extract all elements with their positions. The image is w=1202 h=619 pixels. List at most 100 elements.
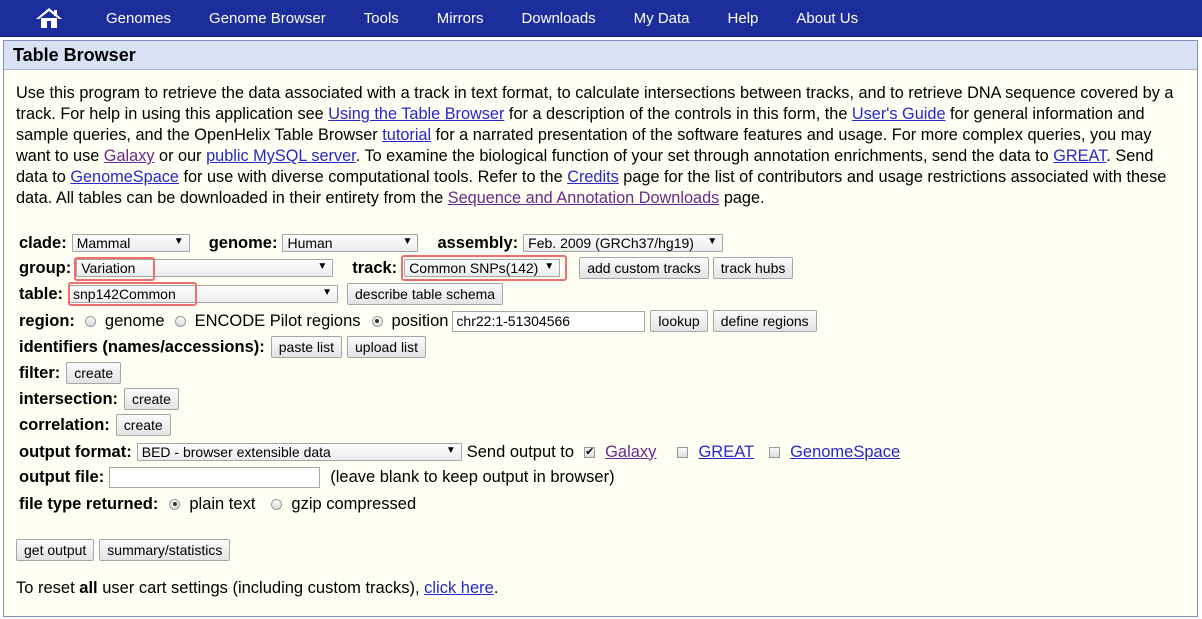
summary-statistics-button[interactable]: summary/statistics xyxy=(99,539,231,561)
intersection-row: intersection: create xyxy=(19,387,179,411)
reset-period: . xyxy=(493,578,499,597)
intro-paragraph: Use this program to retrieve the data as… xyxy=(16,83,1188,209)
table-value: snp142Common xyxy=(73,286,176,302)
output-format-value: BED - browser extensible data xyxy=(141,444,331,460)
reset-text: user cart settings (including custom tra… xyxy=(102,578,420,597)
define-regions-button[interactable]: define regions xyxy=(712,310,817,332)
region-genome-radio[interactable] xyxy=(84,315,96,327)
genome-select[interactable]: Human ▼ xyxy=(282,234,419,252)
nav-downloads[interactable]: Downloads xyxy=(502,10,614,27)
chevron-down-icon: ▼ xyxy=(402,236,413,247)
chevron-down-icon: ▼ xyxy=(544,261,555,272)
get-output-button[interactable]: get output xyxy=(16,539,95,561)
nav-genomes[interactable]: Genomes xyxy=(87,10,190,27)
home-icon[interactable] xyxy=(35,6,65,30)
clade-value: Mammal xyxy=(76,235,131,251)
region-encode-label: ENCODE Pilot regions xyxy=(194,311,361,330)
clade-row: clade: Mammal ▼ genome: Human ▼ assembly: … xyxy=(19,231,724,255)
nav-mirrors[interactable]: Mirrors xyxy=(418,10,503,27)
link-public-mysql[interactable]: public MySQL server xyxy=(206,147,356,165)
plain-text-radio[interactable] xyxy=(169,498,181,510)
reset-all: all xyxy=(79,578,98,597)
region-position-radio[interactable] xyxy=(371,315,383,327)
chevron-down-icon: ▼ xyxy=(322,287,333,298)
output-file-row: output file: (leave blank to keep output… xyxy=(19,465,615,489)
identifiers-label: identifiers (names/accessions): xyxy=(19,337,265,356)
send-galaxy-link[interactable]: Galaxy xyxy=(605,443,656,462)
chevron-down-icon: ▼ xyxy=(317,261,328,272)
send-galaxy-checkbox[interactable]: ✔ xyxy=(584,445,596,458)
nav-help[interactable]: Help xyxy=(709,10,778,27)
table-select[interactable]: snp142Common ▼ xyxy=(68,285,339,303)
table-label: table: xyxy=(19,284,64,303)
upload-list-button[interactable]: upload list xyxy=(347,336,427,358)
track-select[interactable]: Common SNPs(142) ▼ xyxy=(404,259,561,277)
output-format-label: output format: xyxy=(19,442,132,461)
intro-text: . To examine the biological function of … xyxy=(355,147,1054,165)
correlation-create-button[interactable]: create xyxy=(115,414,171,436)
output-file-input[interactable] xyxy=(109,466,321,488)
region-row: region: genome ENCODE Pilot regions posi… xyxy=(19,309,817,333)
describe-table-schema-button[interactable]: describe table schema xyxy=(347,283,504,305)
clade-select[interactable]: Mammal ▼ xyxy=(71,234,190,252)
table-browser-panel: Table Browser Use this program to retrie… xyxy=(3,40,1198,617)
chevron-down-icon: ▼ xyxy=(707,236,718,247)
nav-tools[interactable]: Tools xyxy=(345,10,418,27)
intro-text: for a description of the controls in thi… xyxy=(504,105,852,123)
checkmark-icon: ✔ xyxy=(585,445,595,458)
intersection-create-button[interactable]: create xyxy=(124,388,179,410)
nav-genome-browser[interactable]: Genome Browser xyxy=(190,10,345,27)
link-credits[interactable]: Credits xyxy=(567,168,619,186)
paste-list-button[interactable]: paste list xyxy=(270,336,343,358)
link-great[interactable]: GREAT xyxy=(1053,147,1106,165)
region-label: region: xyxy=(19,311,75,330)
link-tutorial[interactable]: tutorial xyxy=(382,126,431,144)
region-genome-label: genome xyxy=(104,311,165,330)
correlation-row: correlation: create xyxy=(19,413,171,437)
nav-about-us[interactable]: About Us xyxy=(777,10,877,27)
submit-row: get output summary/statistics xyxy=(16,538,231,562)
region-position-label: position xyxy=(391,311,449,330)
intro-text: page. xyxy=(719,189,765,207)
send-genomespace-link[interactable]: GenomeSpace xyxy=(790,443,900,462)
filter-label: filter: xyxy=(19,363,61,382)
group-value: Variation xyxy=(81,260,136,276)
chevron-down-icon: ▼ xyxy=(173,236,184,247)
assembly-value: Feb. 2009 (GRCh37/hg19) xyxy=(528,235,694,251)
send-genomespace-checkbox[interactable] xyxy=(769,446,781,458)
chevron-down-icon: ▼ xyxy=(445,445,456,456)
add-custom-tracks-button[interactable]: add custom tracks xyxy=(579,257,709,279)
track-hubs-button[interactable]: track hubs xyxy=(712,257,794,279)
output-file-label: output file: xyxy=(19,467,105,486)
intro-text: or our xyxy=(154,147,207,165)
top-nav: Genomes Genome Browser Tools Mirrors Dow… xyxy=(0,0,1202,37)
nav-my-data[interactable]: My Data xyxy=(615,10,709,27)
output-format-select[interactable]: BED - browser extensible data ▼ xyxy=(136,443,462,461)
link-sequence-downloads[interactable]: Sequence and Annotation Downloads xyxy=(448,189,720,207)
link-genomespace[interactable]: GenomeSpace xyxy=(70,168,179,186)
intersection-label: intersection: xyxy=(19,389,119,408)
clade-label: clade: xyxy=(19,233,67,252)
group-select[interactable]: Variation ▼ xyxy=(76,259,334,277)
gzip-radio[interactable] xyxy=(271,498,283,510)
group-label: group: xyxy=(19,258,72,277)
send-great-checkbox[interactable] xyxy=(677,446,689,458)
reset-row: To reset all user cart settings (includi… xyxy=(16,576,498,600)
link-users-guide[interactable]: User's Guide xyxy=(852,105,946,123)
gzip-label: gzip compressed xyxy=(291,494,417,513)
page-title: Table Browser xyxy=(4,41,1197,70)
link-using-table-browser[interactable]: Using the Table Browser xyxy=(328,105,504,123)
reset-click-here-link[interactable]: click here xyxy=(424,579,494,598)
filter-create-button[interactable]: create xyxy=(66,362,122,384)
assembly-label: assembly: xyxy=(437,233,519,252)
assembly-select[interactable]: Feb. 2009 (GRCh37/hg19) ▼ xyxy=(523,234,724,252)
position-input[interactable]: chr22:1-51304566 xyxy=(452,310,646,332)
lookup-button[interactable]: lookup xyxy=(650,310,708,332)
group-row: group: Variation ▼ track: Common SNPs(142… xyxy=(19,256,794,280)
filter-row: filter: create xyxy=(19,361,122,385)
link-galaxy[interactable]: Galaxy xyxy=(104,147,155,165)
region-encode-radio[interactable] xyxy=(174,315,186,327)
send-great-link[interactable]: GREAT xyxy=(698,443,754,462)
table-row: table: snp142Common ▼ describe table sche… xyxy=(19,282,504,306)
identifiers-row: identifiers (names/accessions): paste li… xyxy=(19,335,427,359)
